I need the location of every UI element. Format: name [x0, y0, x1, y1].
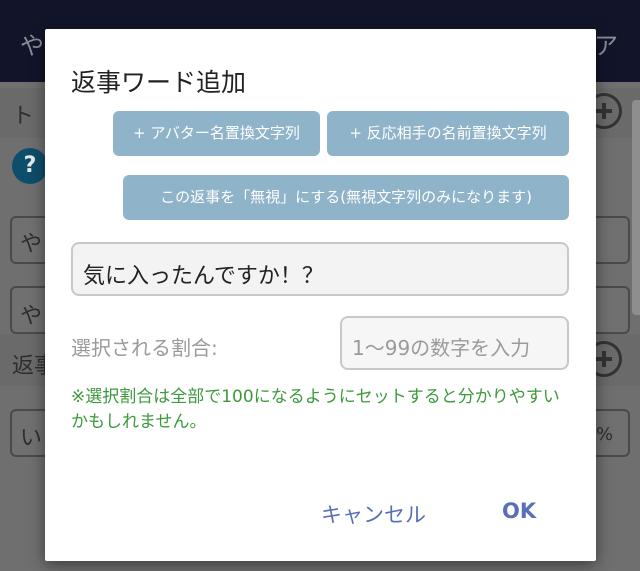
set-ignore-button[interactable]: この返事を「無視」にする(無視文字列のみになります)	[123, 175, 569, 220]
ratio-hint-note: ※選択割合は全部で100になるようにセットすると分かりやすいかもしれません。	[71, 387, 560, 432]
reply-field-1-text: い	[20, 426, 43, 451]
trigger-field-1-text: や	[20, 232, 43, 257]
ratio-label: 選択される割合:	[71, 336, 218, 360]
section-label-trigger: ト	[12, 104, 35, 129]
dialog-title: 返事ワード追加	[71, 68, 247, 97]
cancel-button[interactable]: キャンセル	[321, 499, 426, 529]
insert-partner-name-button[interactable]: + 反応相手の名前置換文字列	[327, 111, 569, 156]
help-icon[interactable]: ?	[12, 148, 48, 184]
header-action[interactable]: ア	[594, 26, 618, 61]
scrollbar[interactable]	[632, 100, 640, 315]
add-reply-word-dialog: 返事ワード追加 + アバター名置換文字列 + 反応相手の名前置換文字列 この返事…	[45, 29, 596, 561]
reply-word-input[interactable]: 気に入ったんですか！？	[71, 242, 569, 296]
ratio-input[interactable]: 1〜99の数字を入力	[340, 316, 569, 370]
trigger-field-2-text: や	[20, 304, 43, 329]
ok-button[interactable]: OK	[502, 499, 536, 523]
reply-field-1-percent: %	[596, 424, 614, 445]
header-title: や	[20, 32, 44, 60]
insert-avatar-name-button[interactable]: + アバター名置換文字列	[113, 111, 320, 156]
